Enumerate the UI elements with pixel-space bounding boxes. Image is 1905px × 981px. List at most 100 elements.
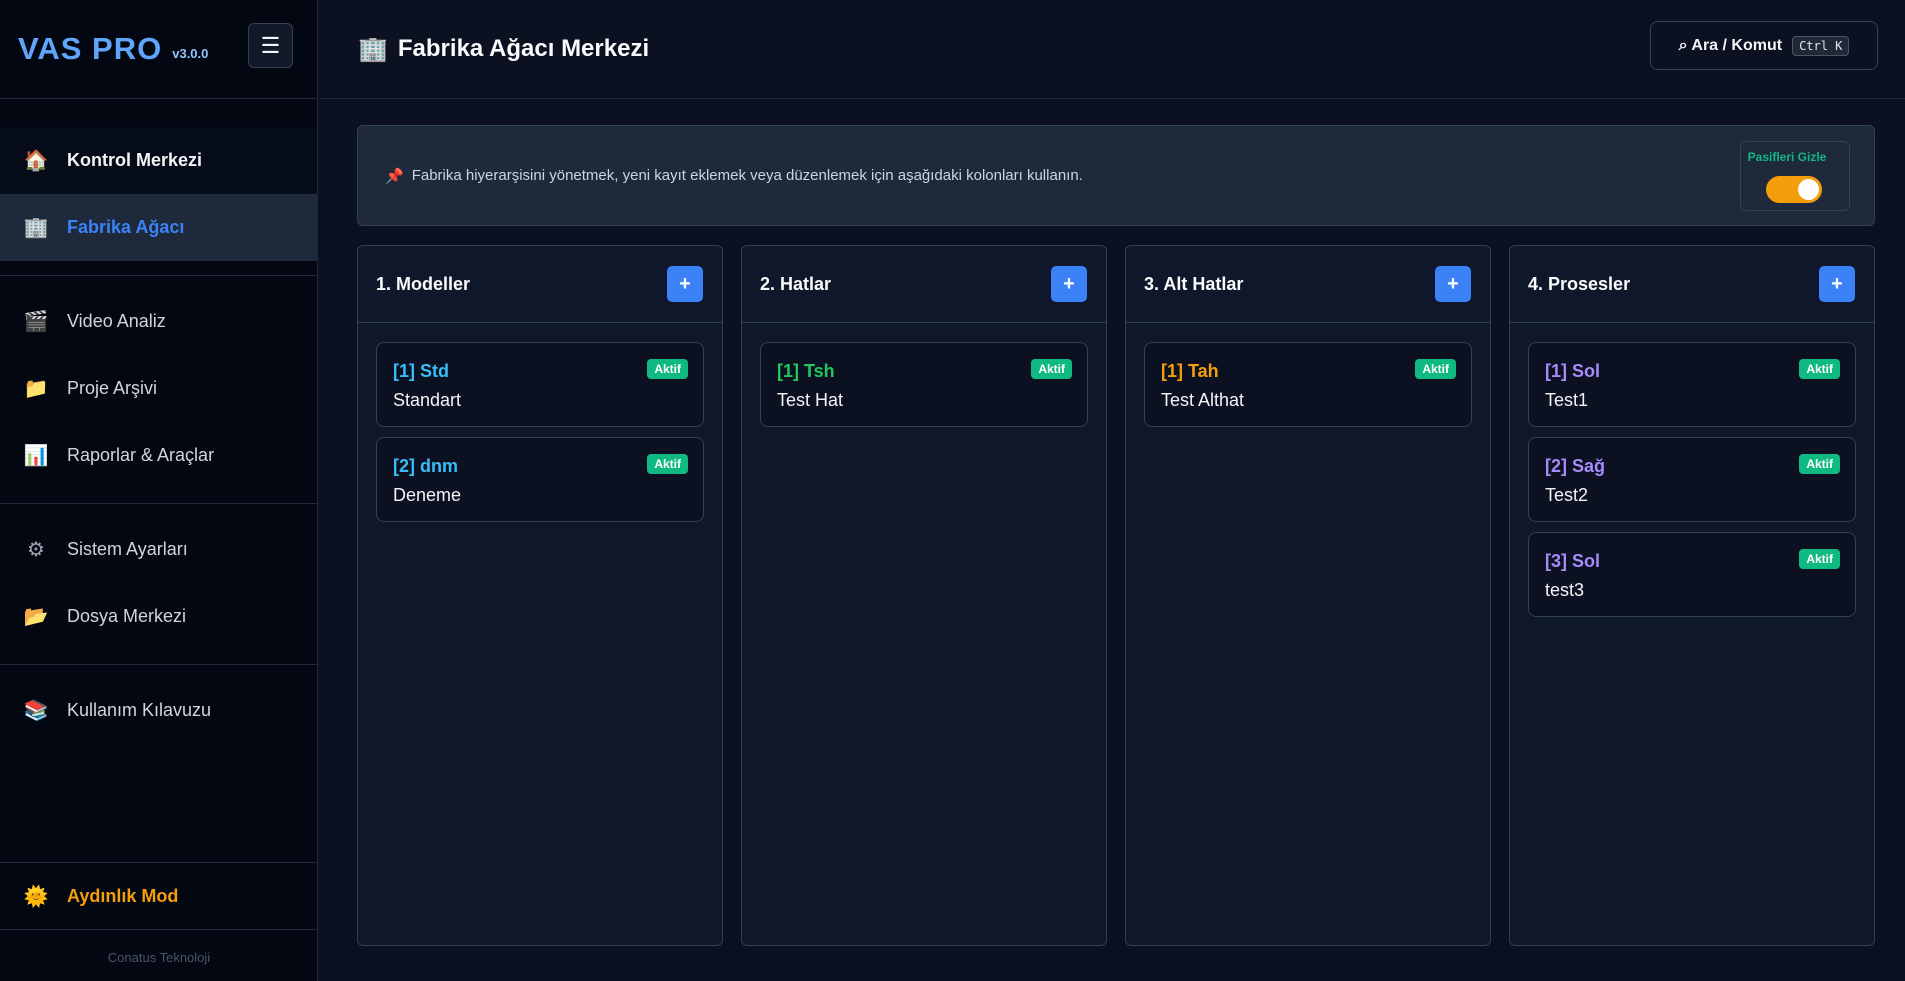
sidebar-item-label: Kontrol Merkezi (67, 150, 203, 170)
hide-inactive-toggle[interactable] (1766, 176, 1822, 203)
column-prosesler: 4. Prosesler + [1] Sol Test1 Aktif [2] Sağ Tes… (1509, 245, 1875, 946)
column-title: 3. Alt Hatlar (1144, 273, 1244, 294)
list-item[interactable]: [1] Sol Test1 Aktif (1528, 342, 1856, 427)
item-code: [1] Std (393, 361, 449, 381)
sidebar-item-dosya-merkezi[interactable]: 📂 Dosya Merkezi (0, 583, 317, 650)
brand: VAS PRO v3.0.0 ☰ (0, 0, 317, 99)
sidebar-item-fabrika-agaci[interactable]: 🏢 Fabrika Ağacı (0, 194, 317, 261)
sidebar-item-label: Kullanım Kılavuzu (67, 700, 212, 720)
status-badge: Aktif (1799, 549, 1840, 569)
card-list: [1] Tsh Test Hat Aktif (742, 323, 1106, 427)
column-header: 4. Prosesler + (1510, 246, 1874, 323)
status-badge: Aktif (647, 359, 688, 379)
column-header: 1. Modeller + (358, 246, 722, 323)
item-code: [1] Tah (1161, 361, 1219, 381)
toggle-knob (1798, 179, 1819, 200)
app-name: VAS PRO (18, 31, 163, 66)
sidebar-item-kullanim-kilavuzu[interactable]: 📚 Kullanım Kılavuzu (0, 677, 317, 744)
column-title: 1. Modeller (376, 273, 471, 294)
sidebar-item-label: Video Analiz (67, 311, 166, 331)
sidebar-item-label: Raporlar & Araçlar (67, 445, 215, 465)
building-icon: 🏢 (358, 35, 388, 63)
status-badge: Aktif (1415, 359, 1456, 379)
list-item[interactable]: [2] dnm Deneme Aktif (376, 437, 704, 522)
building-icon: 🏢 (23, 217, 49, 239)
sidebar-item-label: Dosya Merkezi (67, 606, 187, 626)
column-title: 2. Hatlar (760, 273, 832, 294)
info-bar: 📌 Fabrika hiyerarşisini yönetmek, yeni k… (357, 125, 1875, 226)
add-modeller-button[interactable]: + (667, 266, 703, 302)
column-title: 4. Prosesler (1528, 273, 1631, 294)
column-modeller: 1. Modeller + [1] Std Standart Aktif [2] dnm D… (357, 245, 723, 946)
pin-icon: 📌 (385, 167, 404, 185)
search-label: ⌕ Ara / Komut (1678, 36, 1783, 54)
item-name: Standart (393, 390, 462, 410)
item-code: [2] Sağ (1545, 456, 1606, 476)
column-hatlar: 2. Hatlar + [1] Tsh Test Hat Aktif (741, 245, 1107, 946)
open-folder-icon: 📂 (23, 606, 49, 628)
status-badge: Aktif (1799, 359, 1840, 379)
column-header: 3. Alt Hatlar + (1126, 246, 1490, 323)
hide-inactive-label: Pasifleri Gizle (1747, 150, 1827, 164)
chart-icon: 📊 (23, 445, 49, 467)
clapper-icon: 🎬 (23, 311, 49, 333)
item-code: [2] dnm (393, 456, 458, 476)
sidebar-item-label: Proje Arşivi (67, 378, 158, 398)
light-mode-button[interactable]: 🌞 Aydınlık Mod (0, 862, 318, 930)
sidebar-item-kontrol-merkezi[interactable]: 🏠 Kontrol Merkezi (0, 127, 317, 194)
nav-group-help: 📚 Kullanım Kılavuzu (0, 665, 317, 744)
menu-toggle-button[interactable]: ☰ (248, 23, 293, 68)
app-version: v3.0.0 (172, 45, 209, 61)
sidebar-item-proje-arsivi[interactable]: 📁 Proje Arşivi (0, 355, 317, 422)
page-title: 🏢 Fabrika Ağacı Merkezi (358, 35, 649, 64)
item-code: [3] Sol (1545, 551, 1601, 571)
item-name: Test2 (1545, 485, 1589, 505)
list-item[interactable]: [2] Sağ Test2 Aktif (1528, 437, 1856, 522)
plus-icon: + (679, 272, 691, 295)
hide-inactive-control: Pasifleri Gizle (1740, 141, 1850, 211)
status-badge: Aktif (1799, 454, 1840, 474)
plus-icon: + (1831, 272, 1843, 295)
add-alt-hatlar-button[interactable]: + (1435, 266, 1471, 302)
list-item[interactable]: [1] Tah Test Althat Aktif (1144, 342, 1472, 427)
item-name: Test Althat (1161, 390, 1245, 410)
item-name: Test Hat (777, 390, 844, 410)
gear-icon: ⚙ (27, 539, 45, 561)
card-list: [1] Std Standart Aktif [2] dnm Deneme Aktif (358, 323, 722, 522)
item-code: [1] Sol (1545, 361, 1601, 381)
status-badge: Aktif (1031, 359, 1072, 379)
add-prosesler-button[interactable]: + (1819, 266, 1855, 302)
folder-icon: 📁 (23, 378, 49, 400)
sidebar-item-sistem-ayarlari[interactable]: ⚙ Sistem Ayarları (0, 516, 317, 583)
column-alt-hatlar: 3. Alt Hatlar + [1] Tah Test Althat Aktif (1125, 245, 1491, 946)
sidebar-item-video-analiz[interactable]: 🎬 Video Analiz (0, 288, 317, 355)
sidebar-item-label: Fabrika Ağacı (67, 217, 185, 237)
nav-group-system: ⚙ Sistem Ayarları 📂 Dosya Merkezi (0, 504, 317, 665)
add-hatlar-button[interactable]: + (1051, 266, 1087, 302)
sidebar-item-raporlar[interactable]: 📊 Raporlar & Araçlar (0, 422, 317, 489)
search-command-button[interactable]: ⌕ Ara / Komut Ctrl K (1650, 21, 1878, 70)
card-list: [1] Sol Test1 Aktif [2] Sağ Test2 Aktif [3] So… (1510, 323, 1874, 617)
column-header: 2. Hatlar + (742, 246, 1106, 323)
item-code: [1] Tsh (777, 361, 835, 381)
hamburger-icon: ☰ (260, 32, 281, 58)
nav-group-main: 🏠 Kontrol Merkezi 🏢 Fabrika Ağacı (0, 99, 317, 276)
nav-group-analysis: 🎬 Video Analiz 📁 Proje Arşivi 📊 Raporlar… (0, 276, 317, 504)
list-item[interactable]: [1] Std Standart Aktif (376, 342, 704, 427)
item-name: test3 (1545, 580, 1585, 600)
list-item[interactable]: [1] Tsh Test Hat Aktif (760, 342, 1088, 427)
page-header: 🏢 Fabrika Ağacı Merkezi ⌕ Ara / Komut Ct… (320, 0, 1905, 99)
card-list: [1] Tah Test Althat Aktif (1126, 323, 1490, 427)
sidebar-item-label: Sistem Ayarları (67, 539, 188, 559)
item-name: Test1 (1545, 390, 1589, 410)
item-name: Deneme (393, 485, 462, 505)
list-item[interactable]: [3] Sol test3 Aktif (1528, 532, 1856, 617)
footer-text: Conatus Teknoloji (107, 950, 211, 965)
status-badge: Aktif (647, 454, 688, 474)
light-mode-label: Aydınlık Mod (67, 885, 179, 906)
page-title-text: Fabrika Ağacı Merkezi (397, 35, 650, 62)
plus-icon: + (1447, 272, 1459, 295)
books-icon: 📚 (23, 700, 49, 722)
sun-icon: 🌞 (23, 885, 49, 908)
plus-icon: + (1063, 272, 1075, 295)
